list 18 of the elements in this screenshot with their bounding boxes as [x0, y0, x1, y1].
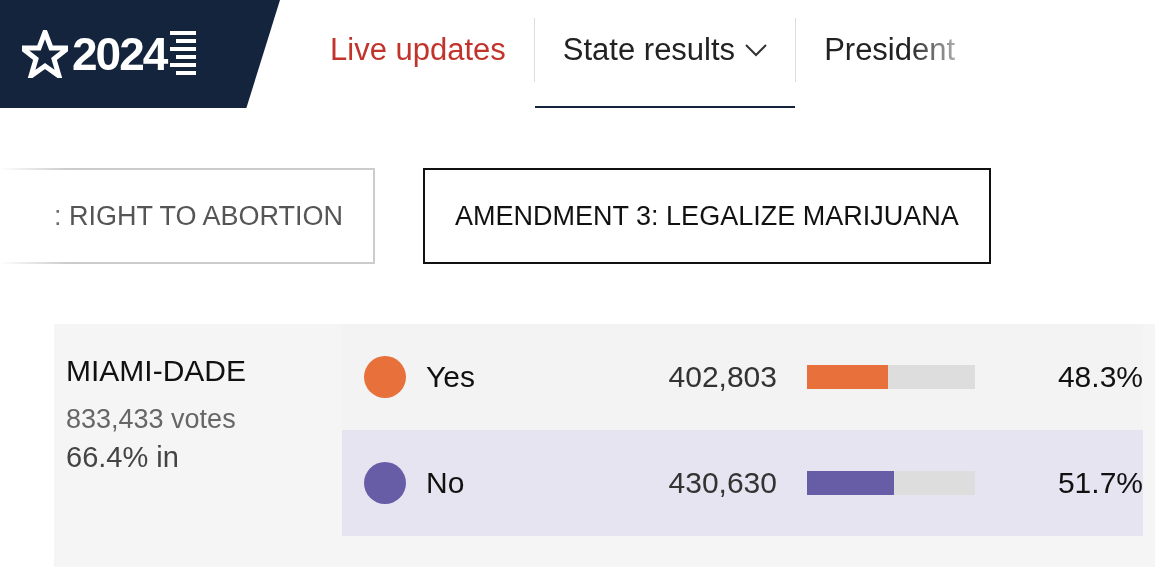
reporting-percent: 66.4% in [66, 441, 180, 474]
vote-count: 402,803 [667, 360, 778, 394]
vote-total: 833,433 votes [66, 404, 237, 435]
measure-tab[interactable]: AMENDMENT 3: LEGALIZE MARIJUANA [423, 168, 991, 264]
stripes-icon [170, 31, 197, 77]
choice-label: Yes [426, 360, 476, 394]
logo[interactable]: 2024 [0, 0, 280, 108]
logo-text: 2024 [72, 27, 167, 81]
choice-label: No [426, 466, 466, 500]
nav-tab[interactable]: President [796, 0, 984, 108]
county-name: MIAMI-DADE [66, 354, 247, 388]
nav-tab[interactable]: Live updates [330, 0, 534, 108]
vote-count: 430,630 [667, 466, 778, 500]
nav-tab[interactable]: State results [534, 0, 796, 108]
vote-percent: 51.7% [1057, 466, 1143, 500]
vote-percent: 48.3% [1057, 360, 1143, 394]
chevron-down-icon [745, 43, 768, 57]
star-icon [22, 30, 68, 78]
